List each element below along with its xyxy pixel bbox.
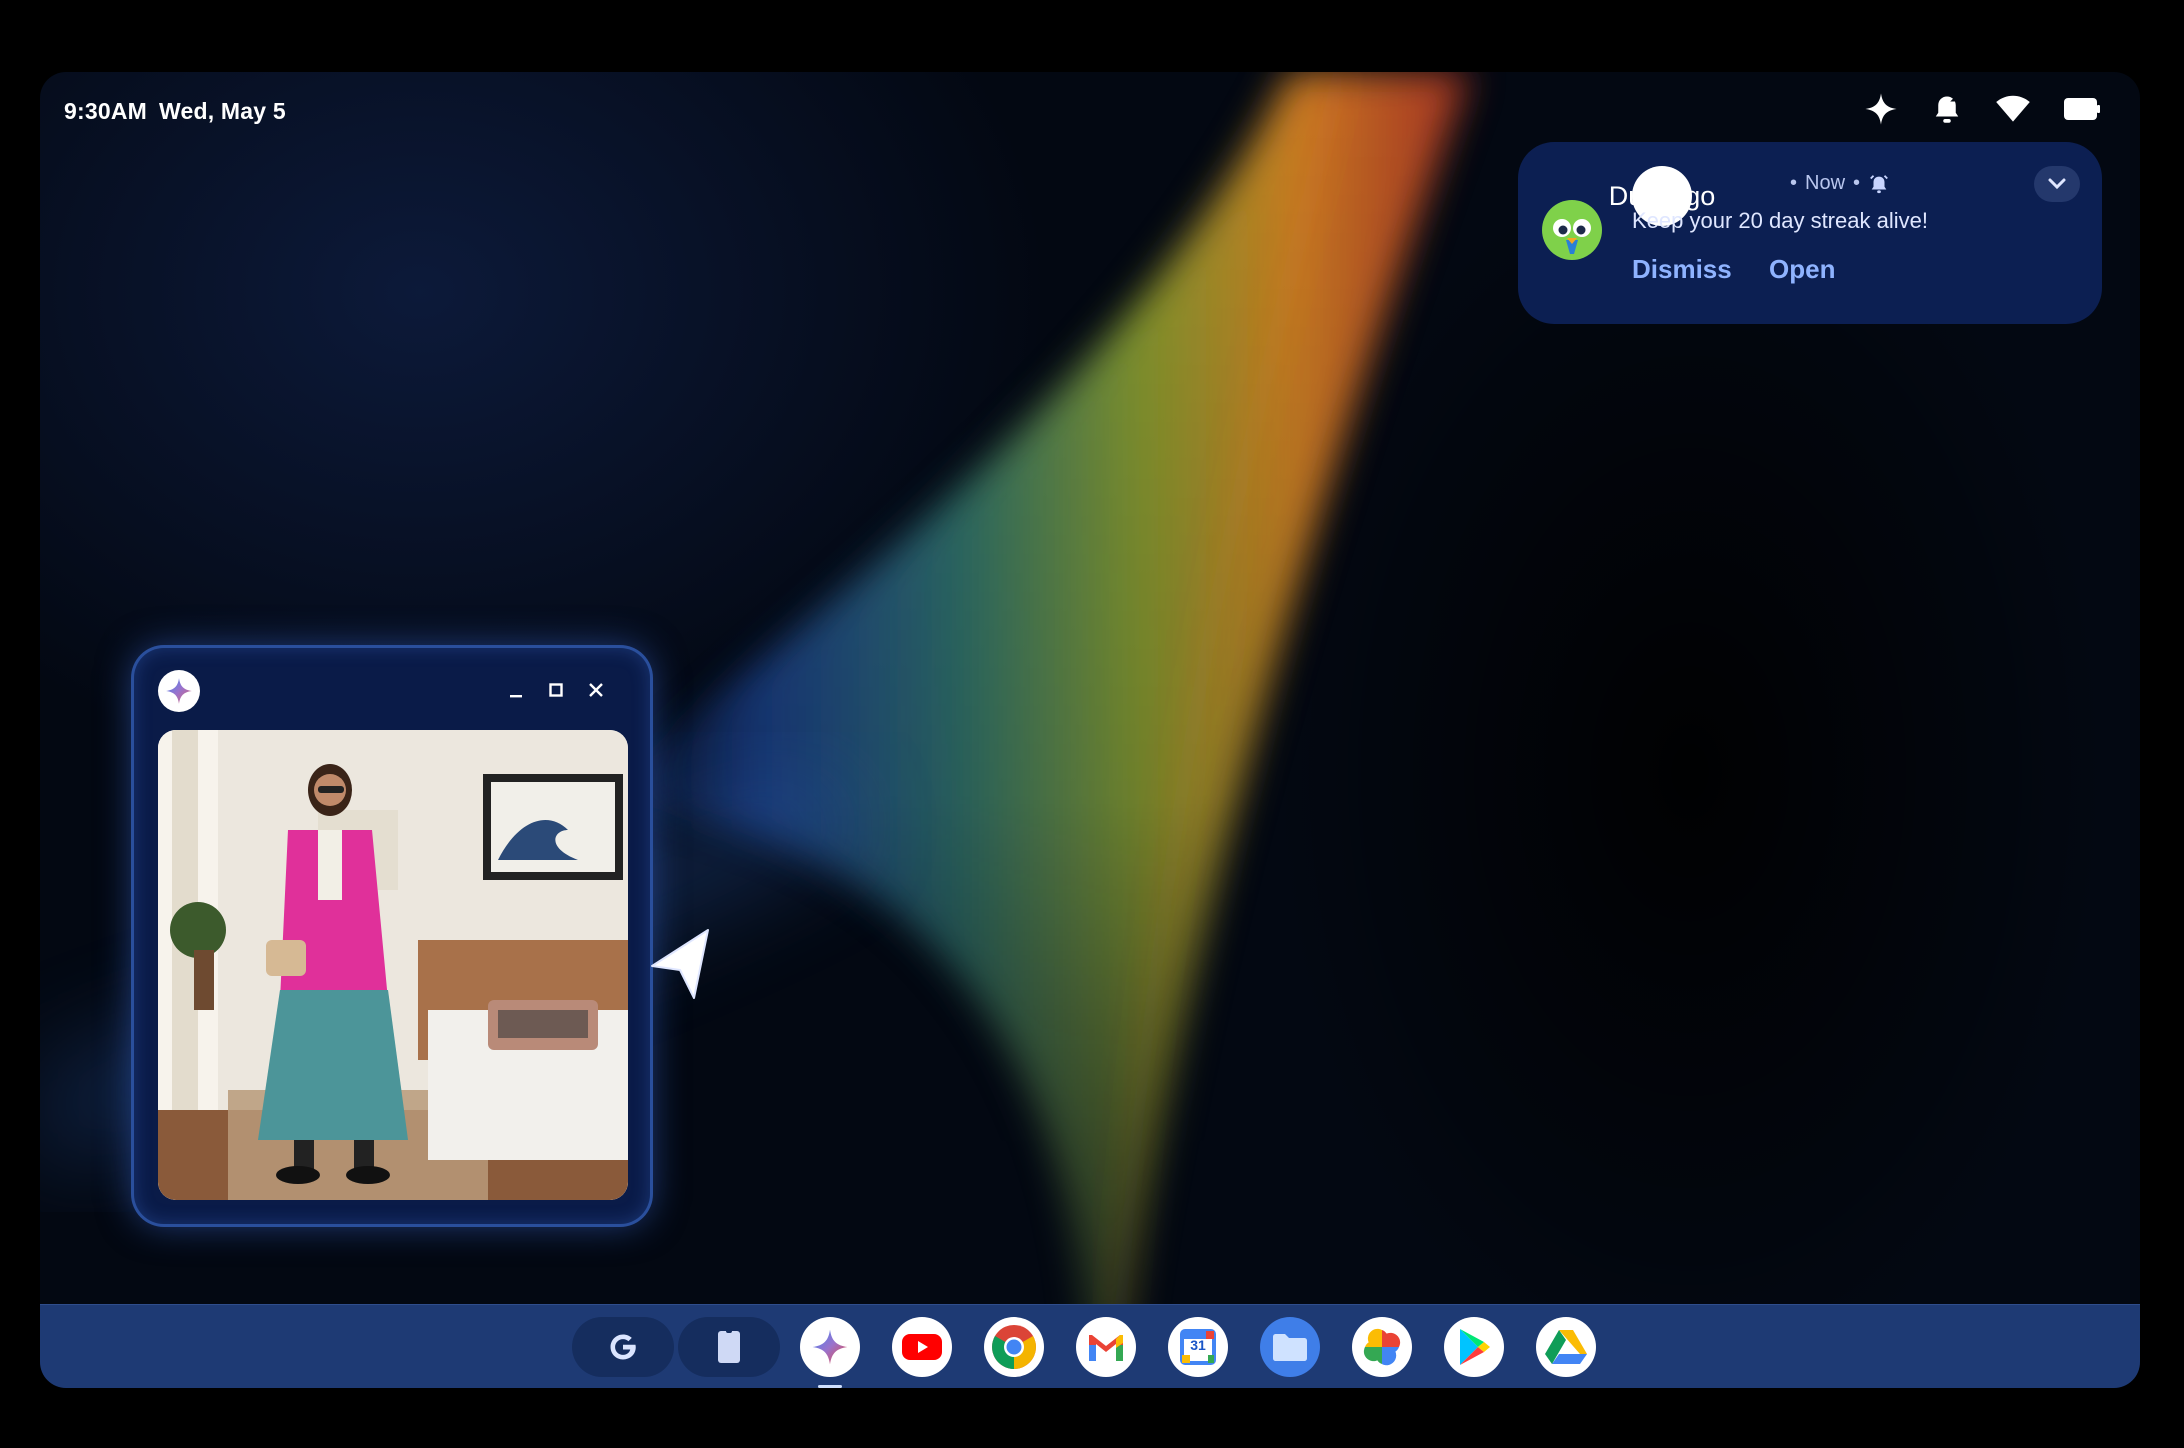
tablet-icon xyxy=(718,1329,740,1363)
status-tray[interactable] xyxy=(1864,92,2100,126)
duolingo-owl-icon xyxy=(1542,200,1602,260)
battery-icon[interactable] xyxy=(2064,97,2100,121)
wifi-icon[interactable] xyxy=(1996,95,2030,123)
notifications-paused-icon[interactable] xyxy=(1932,92,1962,126)
sparkle-icon[interactable] xyxy=(1864,92,1898,126)
expand-notification-button[interactable] xyxy=(2034,166,2080,202)
notification-card[interactable]: Duolingo • Now • Keep your 20 day streak… xyxy=(1518,142,2102,324)
mouse-cursor xyxy=(651,929,709,999)
calendar-app[interactable]: 31 xyxy=(1168,1317,1228,1377)
notification-time: Now xyxy=(1805,172,1846,194)
notification-meta: • Now • xyxy=(1790,172,1890,195)
gemini-app[interactable] xyxy=(800,1317,860,1388)
alarm-icon xyxy=(1870,174,1888,193)
photo-scene xyxy=(158,730,628,1200)
youtube-app[interactable] xyxy=(892,1317,952,1377)
files-app[interactable] xyxy=(1260,1317,1320,1377)
active-indicator xyxy=(818,1385,842,1388)
calendar-day: 31 xyxy=(1190,1337,1206,1353)
chrome-app[interactable] xyxy=(984,1317,1044,1377)
drive-app[interactable] xyxy=(1536,1317,1596,1377)
notification-message: Keep your 20 day streak alive! xyxy=(1632,208,1928,233)
open-button[interactable]: Open xyxy=(1769,254,1835,285)
gmail-app[interactable] xyxy=(1076,1317,1136,1377)
play-store-app[interactable] xyxy=(1444,1317,1504,1377)
maximize-button[interactable] xyxy=(540,674,572,706)
minimize-icon xyxy=(510,695,522,698)
time-text: 9:30AM xyxy=(64,98,148,124)
chevron-down-icon xyxy=(2048,178,2066,190)
google-search-icon xyxy=(610,1334,636,1360)
google-search-button[interactable] xyxy=(572,1317,674,1377)
tablet-button[interactable] xyxy=(678,1317,780,1377)
taskbar-pinned xyxy=(572,1317,780,1377)
gemini-app-icon xyxy=(812,1329,848,1365)
youtube-icon xyxy=(902,1334,942,1360)
play-store-icon xyxy=(1460,1329,1490,1365)
gemini-icon[interactable] xyxy=(158,670,200,712)
minimize-button[interactable] xyxy=(500,674,532,706)
maximize-icon xyxy=(549,683,563,697)
drive-icon xyxy=(1545,1330,1587,1364)
clock[interactable]: 9:30AM Wed, May 5 xyxy=(64,98,298,125)
files-icon xyxy=(1273,1334,1307,1361)
photos-icon xyxy=(1363,1328,1401,1366)
chrome-icon xyxy=(992,1325,1036,1369)
date-text: Wed, May 5 xyxy=(159,98,286,124)
close-icon xyxy=(589,683,603,697)
gmail-icon xyxy=(1089,1335,1123,1361)
photos-app[interactable] xyxy=(1352,1317,1412,1377)
floating-gemini-window[interactable] xyxy=(134,648,650,1224)
desktop: 9:30AM Wed, May 5 Duolingo • Now • Keep y… xyxy=(40,72,2140,1388)
outfit-photo xyxy=(158,730,628,1200)
dismiss-button[interactable]: Dismiss xyxy=(1632,254,1732,285)
close-button[interactable] xyxy=(580,674,612,706)
taskbar: 31 xyxy=(40,1304,2140,1388)
